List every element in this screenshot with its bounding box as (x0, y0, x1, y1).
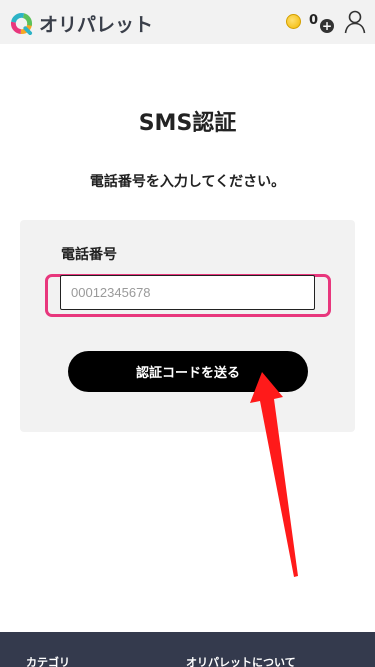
footer-link-about[interactable]: オリパレットについて (186, 654, 296, 667)
user-icon[interactable] (344, 10, 366, 34)
send-code-button[interactable]: 認証コードを送る (68, 351, 308, 392)
coin-icon (286, 14, 301, 29)
footer-link-category[interactable]: カテゴリ (26, 654, 70, 667)
instruction-text: 電話番号を入力してください。 (89, 174, 286, 190)
coin-count: 0 (309, 13, 319, 28)
phone-field-label: 電話番号 (61, 247, 117, 263)
phone-input[interactable] (60, 275, 315, 310)
plus-icon[interactable]: + (320, 19, 334, 33)
app-header: オリパレット 0 + (0, 0, 375, 44)
logo-mark-icon (10, 12, 33, 35)
logo-text: オリパレット (39, 14, 154, 36)
page-title: SMS認証 (138, 111, 237, 136)
logo[interactable]: オリパレット (10, 10, 153, 37)
